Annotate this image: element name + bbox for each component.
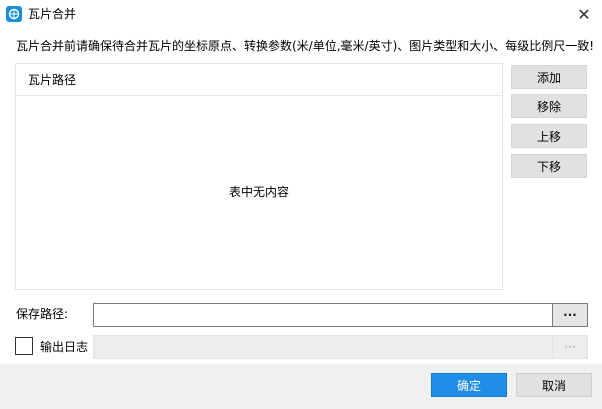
table-header: 瓦片路径 (16, 64, 502, 96)
dialog-footer (0, 364, 602, 409)
output-log-label: 输出日志 (40, 340, 89, 354)
save-path-browse-button[interactable]: ··· (552, 303, 588, 327)
table-empty-text: 表中无内容 (228, 185, 289, 199)
column-header-tile-path[interactable]: 瓦片路径 (28, 72, 76, 88)
title-bar: 瓦片合并 ✕ (0, 0, 602, 29)
log-path-input (93, 335, 553, 359)
log-path-browse-button: ··· (552, 335, 588, 359)
tile-merge-icon (6, 6, 22, 22)
ok-button[interactable]: 确定 (431, 373, 507, 397)
close-icon[interactable]: ✕ (566, 0, 602, 29)
window-title: 瓦片合并 (28, 7, 77, 21)
merge-notice: 瓦片合并前请确保待合并瓦片的坐标原点、转换参数(米/单位,毫米/英寸)、图片类型… (16, 39, 595, 53)
add-button[interactable]: 添加 (511, 65, 587, 89)
output-log-checkbox[interactable] (15, 337, 33, 355)
move-up-button[interactable]: 上移 (511, 124, 587, 148)
cancel-button[interactable]: 取消 (516, 373, 592, 397)
save-path-label: 保存路径: (16, 307, 69, 321)
remove-button[interactable]: 移除 (511, 94, 587, 118)
save-path-input[interactable] (93, 303, 553, 327)
tile-path-table[interactable]: 瓦片路径 表中无内容 (15, 63, 503, 290)
move-down-button[interactable]: 下移 (511, 154, 587, 178)
